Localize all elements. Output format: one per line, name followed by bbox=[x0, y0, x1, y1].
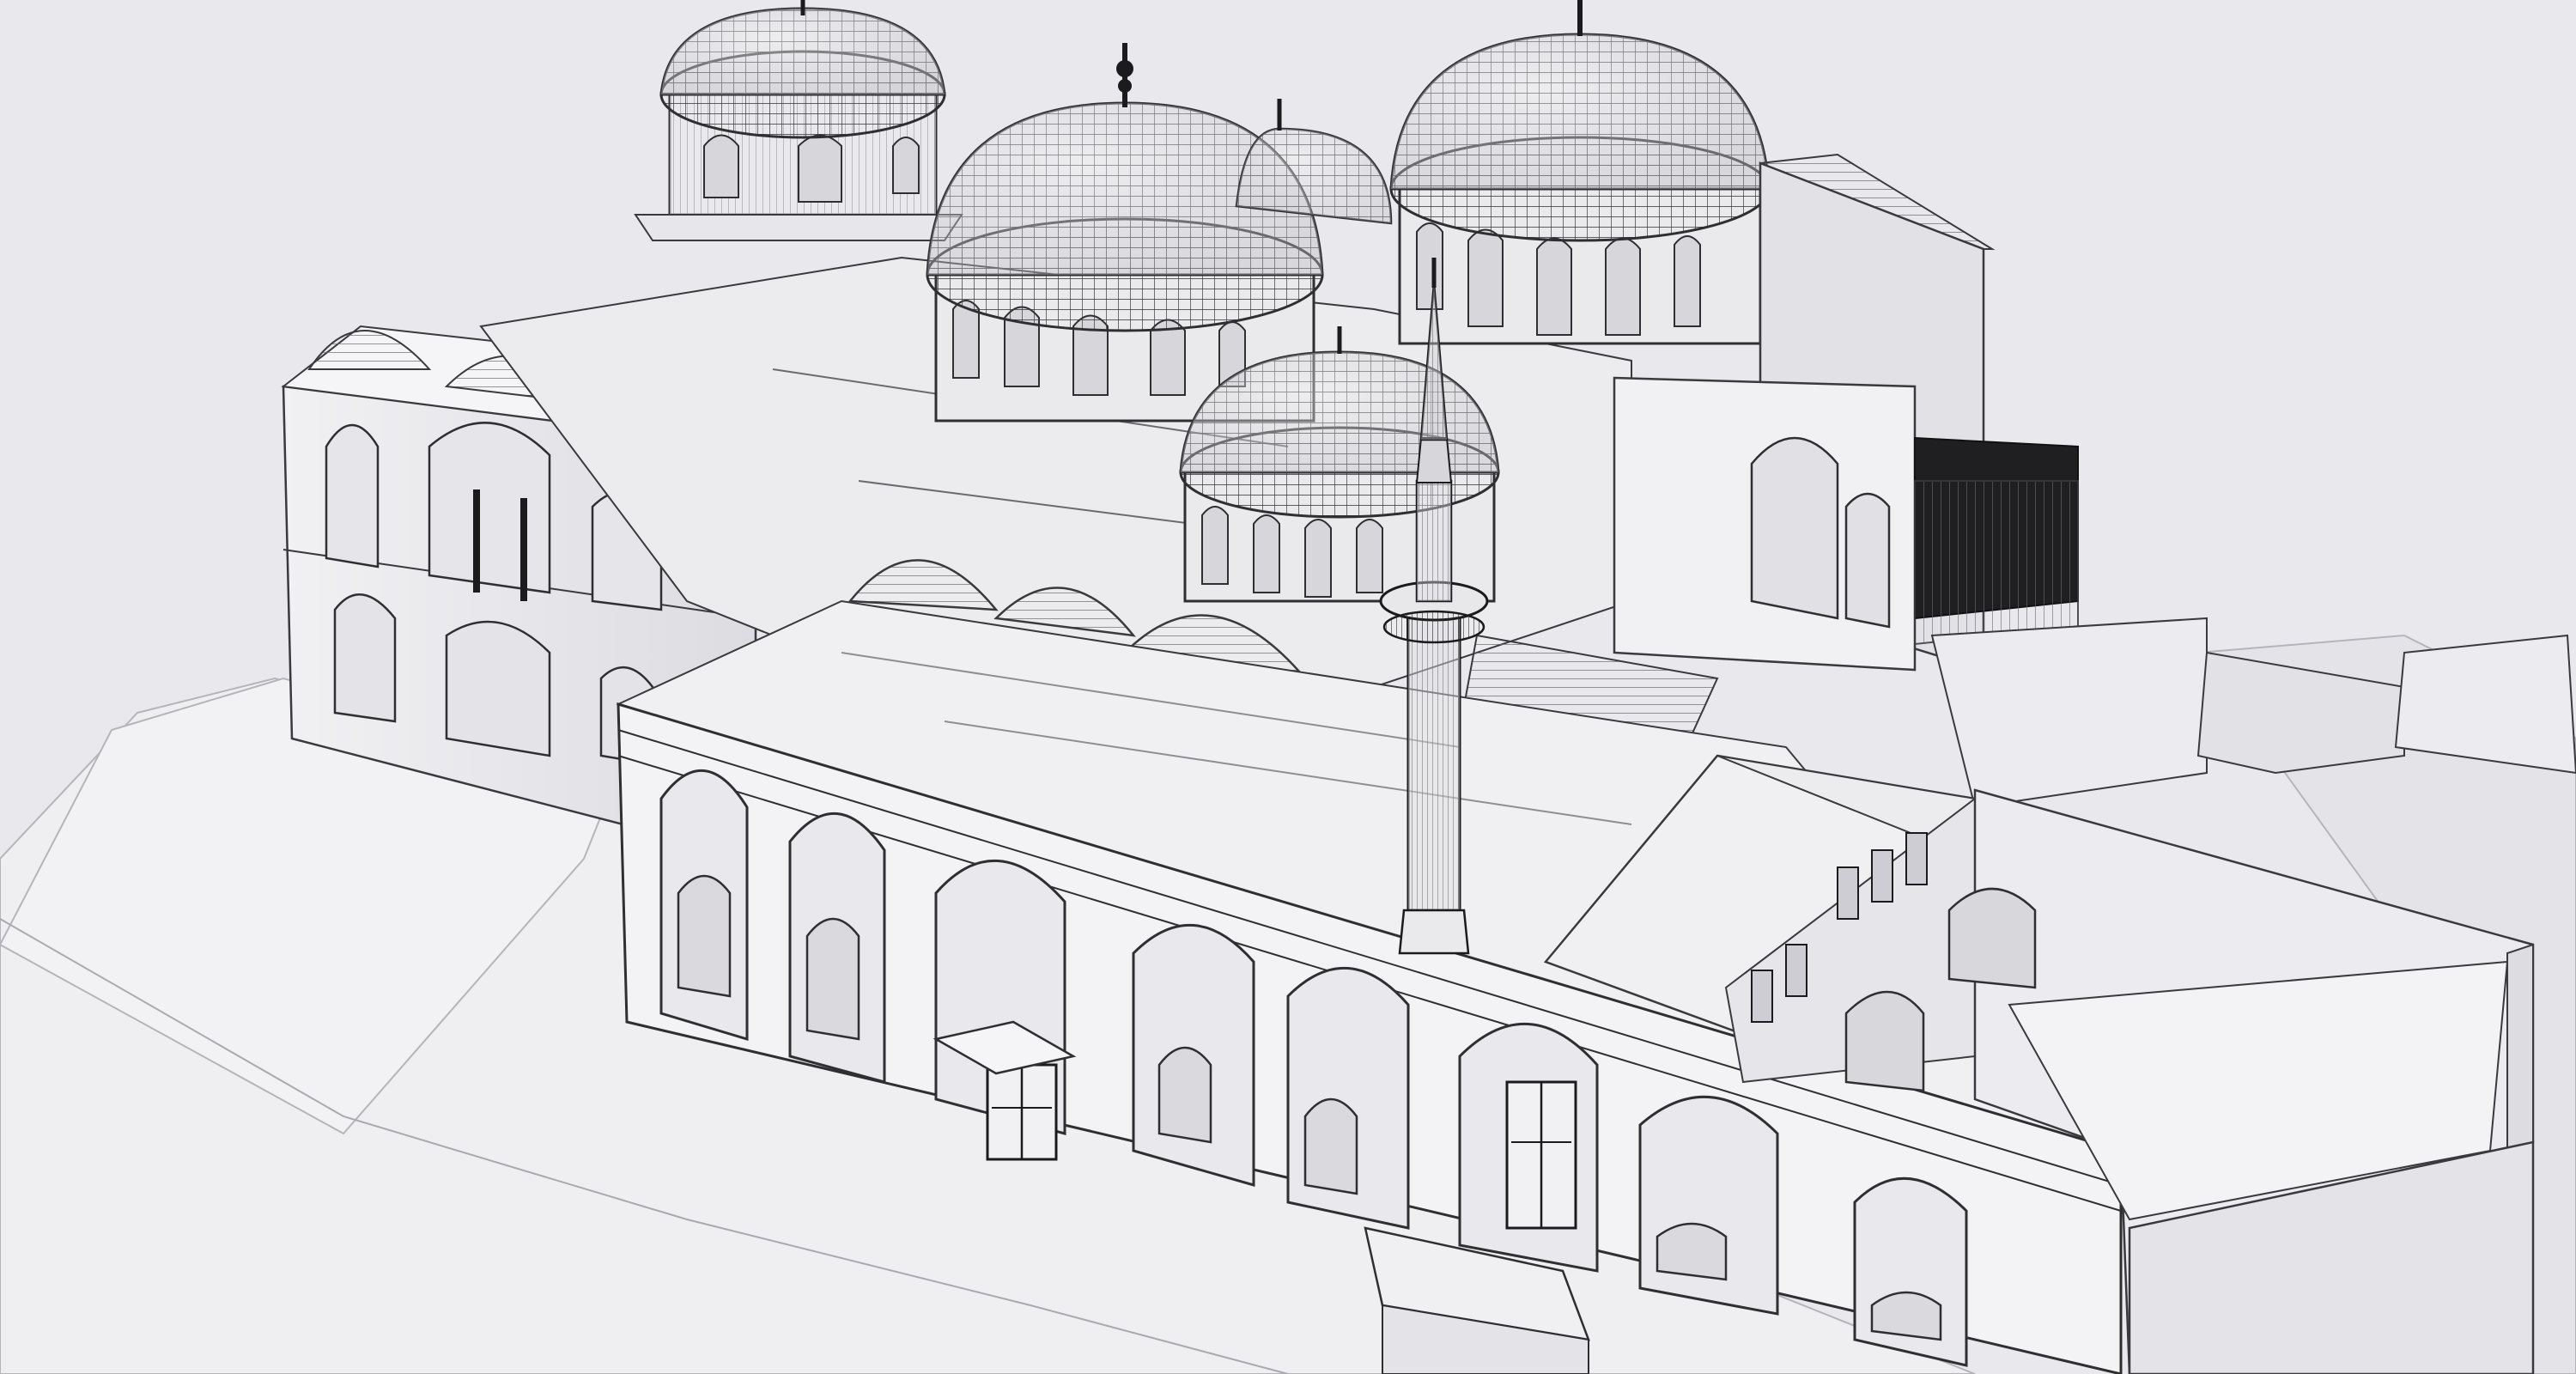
dome-northeast bbox=[1389, 0, 1771, 345]
dome-small-back bbox=[1235, 99, 1393, 225]
building-render bbox=[0, 0, 2576, 1374]
render-canvas bbox=[0, 0, 2576, 1374]
dome-northwest bbox=[634, 0, 963, 241]
